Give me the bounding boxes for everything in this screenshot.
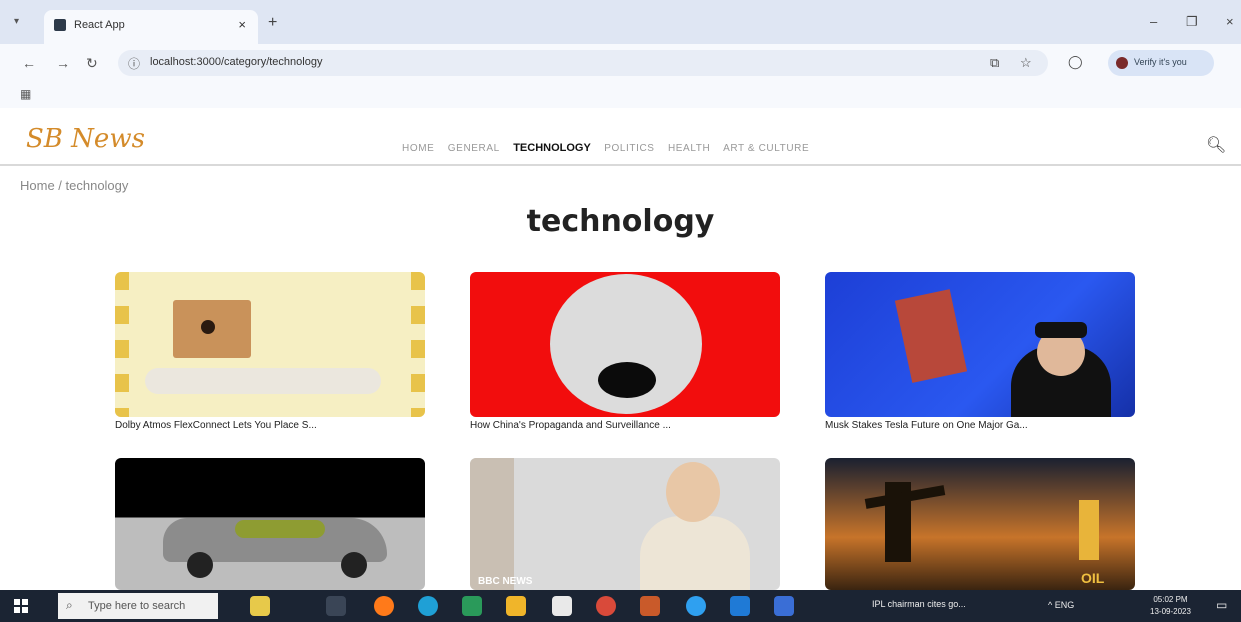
paint-icon[interactable] [640, 596, 660, 616]
menu-technology[interactable]: TECHNOLOGY [513, 142, 591, 154]
taskbar-search[interactable]: ⌕ Type here to search [58, 593, 218, 619]
file-explorer-icon[interactable] [506, 596, 526, 616]
restore-icon[interactable]: ❐ [1186, 14, 1198, 30]
news-widget[interactable]: IPL chairman cites go... [872, 599, 966, 609]
notification-icon[interactable]: ▭ [1216, 598, 1227, 612]
search-icon[interactable]: 🔍︎ [1206, 135, 1226, 155]
reload-icon[interactable]: ↻ [86, 55, 98, 72]
article-thumbnail[interactable] [470, 272, 780, 417]
site-logo[interactable]: SB News [26, 124, 145, 154]
article-card[interactable]: How China's Propaganda and Surveillance … [470, 272, 780, 431]
menu-politics[interactable]: POLITICS [604, 143, 654, 154]
system-tray[interactable]: ^ ENG [1048, 600, 1074, 610]
clock-time: 05:02 PM [1153, 595, 1188, 604]
browser-app-icon[interactable] [686, 596, 706, 616]
screen-share-icon[interactable]: ⧉ [990, 55, 999, 71]
edge-icon[interactable] [418, 596, 438, 616]
menu-health[interactable]: HEALTH [668, 143, 710, 154]
page-title: technology [526, 204, 715, 239]
store-icon[interactable] [552, 596, 572, 616]
apps-grid-icon[interactable]: ▦ [20, 87, 31, 101]
windows-start-icon[interactable] [14, 599, 28, 613]
article-caption[interactable]: How China's Propaganda and Surveillance … [470, 420, 780, 431]
oil-label: OIL [1081, 570, 1105, 586]
back-icon[interactable]: ← [22, 55, 36, 71]
article-thumbnail[interactable]: BBC NEWS [470, 458, 780, 590]
search-placeholder: Type here to search [88, 600, 186, 612]
article-thumbnail[interactable] [115, 458, 425, 590]
article-caption[interactable]: Dolby Atmos FlexConnect Lets You Place S… [115, 420, 425, 431]
menu-general[interactable]: GENERAL [448, 143, 500, 154]
browser-tab-bar: ▾ React App × + – ❐ × [0, 0, 1241, 44]
new-tab-icon[interactable]: + [268, 14, 277, 32]
minimize-icon[interactable]: – [1150, 14, 1157, 29]
profile-verify-button[interactable]: Verify it's you [1108, 50, 1214, 76]
task-view-icon[interactable] [326, 596, 346, 616]
site-header: SB News HOME GENERAL TECHNOLOGY POLITICS… [0, 108, 1241, 166]
forward-icon[interactable]: → [56, 55, 70, 71]
article-caption[interactable]: Musk Stakes Tesla Future on One Major Ga… [825, 420, 1135, 431]
extensions-icon[interactable]: ◯ [1068, 54, 1083, 70]
article-card[interactable]: Musk Stakes Tesla Future on One Major Ga… [825, 272, 1135, 431]
vscode-icon[interactable] [730, 596, 750, 616]
react-favicon-icon [54, 19, 66, 31]
address-bar[interactable]: ⓘ localhost:3000/category/technology ⧉ ☆ [118, 50, 1048, 76]
breadcrumb[interactable]: Home / technology [20, 178, 128, 193]
url-text[interactable]: localhost:3000/category/technology [150, 56, 322, 68]
menu-art-culture[interactable]: ART & CULTURE [723, 143, 809, 154]
tab-list-icon[interactable]: ▾ [14, 16, 19, 27]
tab-title: React App [74, 19, 125, 31]
main-menu: HOME GENERAL TECHNOLOGY POLITICS HEALTH … [402, 142, 819, 154]
tab-close-icon[interactable]: × [238, 17, 246, 32]
close-window-icon[interactable]: × [1226, 14, 1234, 29]
firefox-icon[interactable] [374, 596, 394, 616]
chrome-icon[interactable] [596, 596, 616, 616]
menu-home[interactable]: HOME [402, 143, 434, 154]
avatar [1116, 57, 1128, 69]
article-thumbnail[interactable] [825, 272, 1135, 417]
article-card[interactable]: BBC NEWS [470, 458, 780, 590]
article-thumbnail[interactable] [115, 272, 425, 417]
site-info-icon[interactable]: ⓘ [128, 55, 140, 72]
article-card[interactable]: Dolby Atmos FlexConnect Lets You Place S… [115, 272, 425, 431]
bbc-news-watermark: BBC NEWS [478, 576, 533, 587]
article-thumbnail[interactable]: OIL [825, 458, 1135, 590]
article-card[interactable]: OIL [825, 458, 1135, 590]
bookmark-star-icon[interactable]: ☆ [1020, 55, 1032, 71]
browser-tab[interactable]: React App × [44, 10, 258, 44]
docs-app-icon[interactable] [774, 596, 794, 616]
article-card[interactable] [115, 458, 425, 590]
taskbar: ⌕ Type here to search IPL chairman cites… [0, 590, 1241, 622]
clock-date: 13-09-2023 [1150, 607, 1191, 616]
verify-label: Verify it's you [1134, 57, 1187, 67]
widget-app-icon[interactable] [250, 596, 270, 616]
browser-toolbar: ← → ↻ ⓘ localhost:3000/category/technolo… [0, 44, 1241, 82]
spreadsheet-icon[interactable] [462, 596, 482, 616]
bookmarks-bar: ▦ [0, 82, 1241, 109]
search-icon: ⌕ [66, 598, 73, 612]
clock[interactable]: 05:02 PM 13-09-2023 [1150, 594, 1191, 618]
